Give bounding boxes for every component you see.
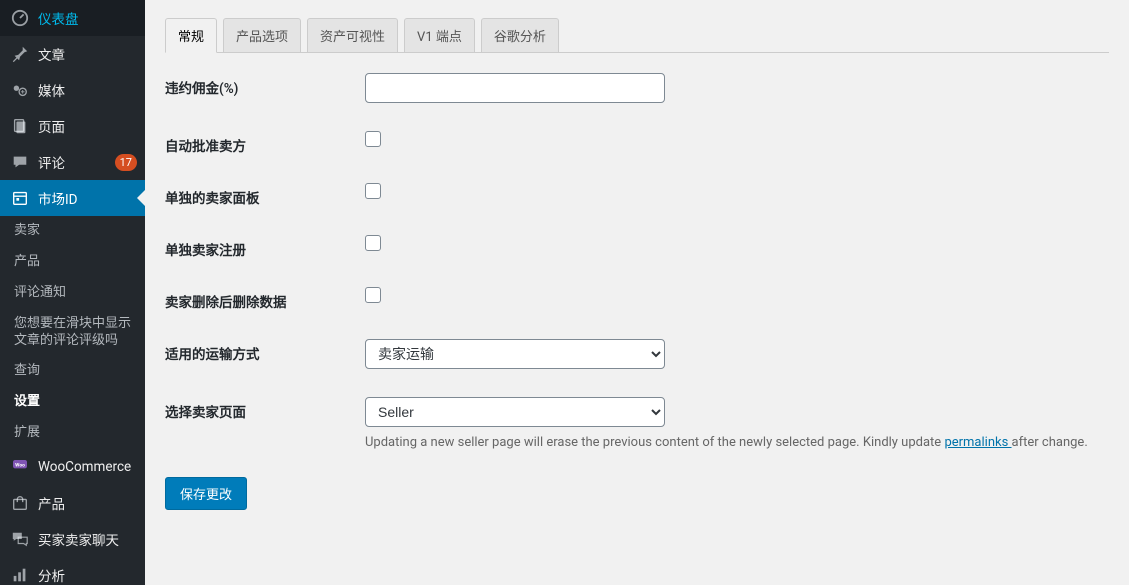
tab-product-options[interactable]: 产品选项	[223, 18, 301, 53]
label-separate-register: 单独卖家注册	[165, 235, 365, 259]
sidebar-item-media[interactable]: 媒体	[0, 72, 145, 108]
save-button[interactable]: 保存更改	[165, 477, 247, 510]
sidebar-item-label: 页面	[38, 116, 137, 136]
sidebar-sub-query[interactable]: 查询	[0, 356, 145, 387]
svg-text:Woo: Woo	[15, 462, 25, 468]
sidebar-item-woocommerce[interactable]: Woo WooCommerce	[0, 449, 145, 485]
desc-text-post: after change.	[1012, 435, 1088, 450]
label-seller-page: 选择卖家页面	[165, 397, 365, 421]
comment-icon	[10, 152, 30, 172]
tab-google-analytics[interactable]: 谷歌分析	[481, 18, 559, 53]
main-content: 常规 产品选项 资产可视性 V1 端点 谷歌分析 违约佣金(%) 自动批准卖方 …	[145, 0, 1129, 585]
calendar-icon	[10, 188, 30, 208]
desc-text-pre: Updating a new seller page will erase th…	[365, 435, 944, 450]
label-auto-approve: 自动批准卖方	[165, 131, 365, 155]
sidebar-item-label: WooCommerce	[38, 459, 137, 475]
label-delete-data: 卖家删除后删除数据	[165, 287, 365, 311]
settings-tabs: 常规 产品选项 资产可视性 V1 端点 谷歌分析	[165, 0, 1109, 53]
sidebar-item-label: 市场ID	[38, 188, 137, 208]
pages-icon	[10, 116, 30, 136]
sidebar-item-products[interactable]: 产品	[0, 485, 145, 521]
sidebar-sub-slider-review[interactable]: 您想要在滑块中显示文章的评论评级吗	[0, 309, 145, 357]
sidebar-sub-sellers[interactable]: 卖家	[0, 216, 145, 247]
sidebar-item-label: 文章	[38, 44, 137, 64]
separate-register-checkbox[interactable]	[365, 235, 381, 251]
tab-general[interactable]: 常规	[165, 18, 217, 53]
label-separate-panel: 单独的卖家面板	[165, 183, 365, 207]
sidebar-sub-extensions[interactable]: 扩展	[0, 418, 145, 449]
sidebar-item-label: 媒体	[38, 80, 137, 100]
sidebar-sub-settings[interactable]: 设置	[0, 387, 145, 418]
seller-page-select[interactable]: Seller	[365, 397, 665, 427]
auto-approve-checkbox[interactable]	[365, 131, 381, 147]
woo-icon: Woo	[10, 457, 30, 477]
delete-data-checkbox[interactable]	[365, 287, 381, 303]
sidebar-item-pages[interactable]: 页面	[0, 108, 145, 144]
admin-sidebar: 仪表盘 文章 媒体 页面 评论 17 市场ID 卖家 产品 评论通知 您想要在滑…	[0, 0, 145, 585]
pin-icon	[10, 44, 30, 64]
dashboard-icon	[10, 8, 30, 28]
sidebar-sub-products[interactable]: 产品	[0, 247, 145, 278]
sidebar-item-label: 评论	[38, 152, 111, 172]
tab-asset-visibility[interactable]: 资产可视性	[307, 18, 398, 53]
sidebar-item-dashboard[interactable]: 仪表盘	[0, 0, 145, 36]
analytics-icon	[10, 565, 30, 585]
sidebar-item-label: 产品	[38, 493, 137, 513]
tab-v1-endpoint[interactable]: V1 端点	[404, 18, 475, 53]
label-shipping-method: 适用的运输方式	[165, 339, 365, 363]
sidebar-item-marketplace[interactable]: 市场ID	[0, 180, 145, 216]
sidebar-item-chat[interactable]: 买家卖家聊天	[0, 521, 145, 557]
sidebar-item-comments[interactable]: 评论 17	[0, 144, 145, 180]
permalinks-link[interactable]: permalinks	[944, 435, 1011, 450]
sidebar-item-posts[interactable]: 文章	[0, 36, 145, 72]
sidebar-item-label: 买家卖家聊天	[38, 529, 137, 549]
seller-page-description: Updating a new seller page will erase th…	[365, 433, 1109, 453]
settings-form: 违约佣金(%) 自动批准卖方 单独的卖家面板 单独卖家注册 卖家删除后删除数据	[165, 73, 1109, 510]
shipping-select[interactable]: 卖家运输	[365, 339, 665, 369]
commission-input[interactable]	[365, 73, 665, 103]
label-commission: 违约佣金(%)	[165, 73, 365, 97]
sidebar-item-analytics[interactable]: 分析	[0, 557, 145, 585]
sidebar-item-label: 仪表盘	[38, 8, 137, 28]
sidebar-sub-review-notify[interactable]: 评论通知	[0, 278, 145, 309]
separate-panel-checkbox[interactable]	[365, 183, 381, 199]
media-icon	[10, 80, 30, 100]
chat-icon	[10, 529, 30, 549]
product-icon	[10, 493, 30, 513]
comments-badge: 17	[115, 154, 137, 171]
sidebar-item-label: 分析	[38, 565, 137, 585]
